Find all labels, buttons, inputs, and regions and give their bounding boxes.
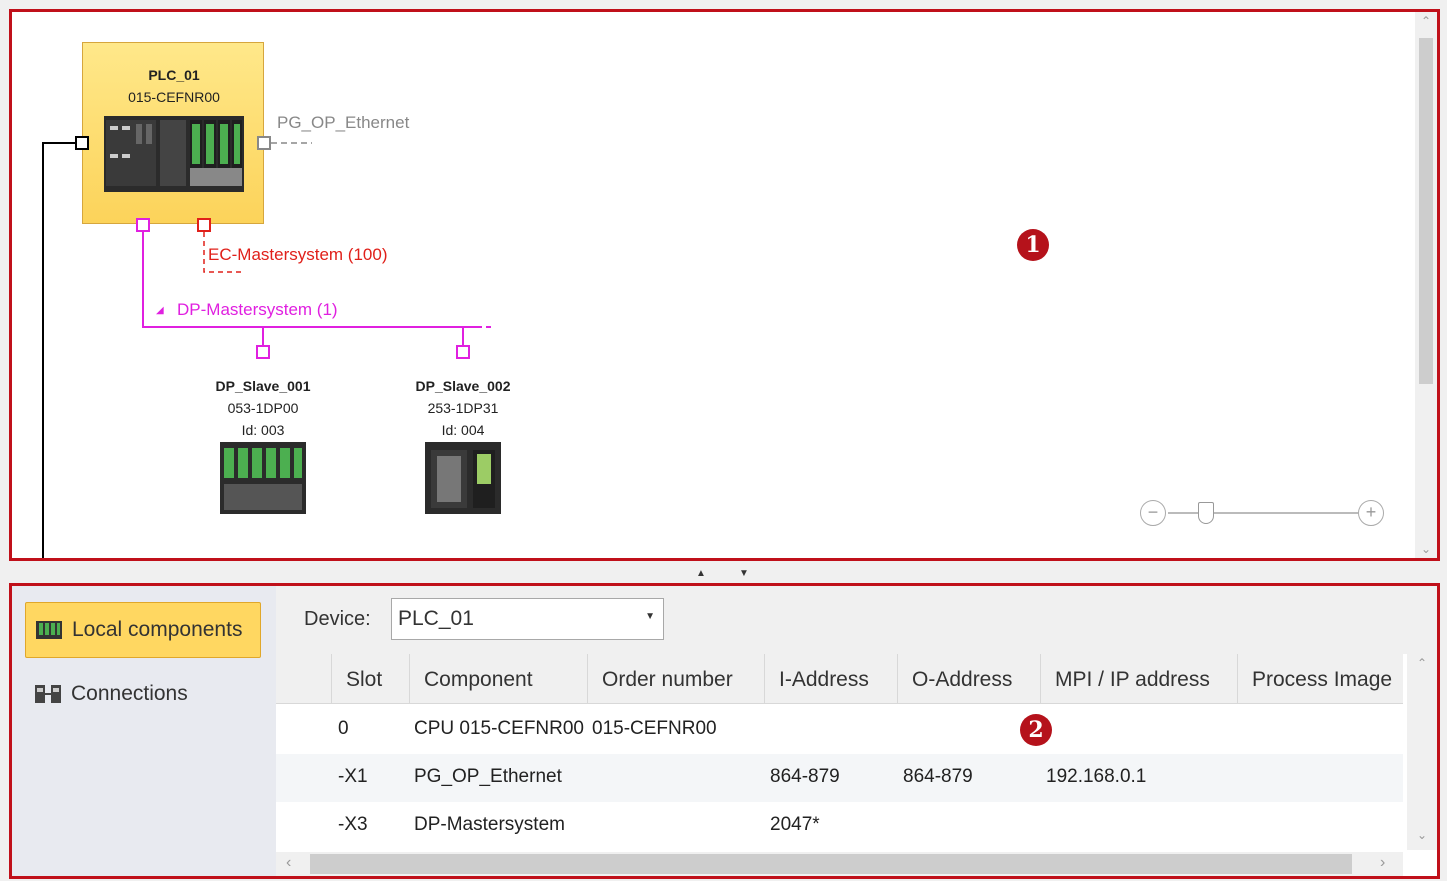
col-o-address[interactable]: O-Address (897, 654, 1040, 704)
slave-1-id: Id: 003 (241, 422, 285, 438)
col-process-image[interactable]: Process Image (1237, 654, 1403, 704)
slave-2-order: 253-1DP31 (427, 400, 499, 416)
plc-module-image (104, 116, 244, 192)
dp-port[interactable] (136, 218, 150, 232)
table-hscroll-thumb[interactable] (310, 854, 1352, 874)
collapse-triangle-icon[interactable]: ◢ (156, 299, 164, 323)
connections-label: Connections (71, 682, 188, 705)
ec-mastersystem-label[interactable]: EC-Mastersystem (100) (208, 245, 387, 265)
zoom-slider[interactable]: − + (1140, 500, 1390, 526)
network-view-panel[interactable]: PLC_01 015-CEFNR00 PG_OP_Ethernet EC-Mas… (9, 9, 1440, 561)
dp-mastersystem-label[interactable]: DP-Mastersystem (1) (177, 300, 338, 320)
cell-i-address: 864-879 (770, 766, 840, 787)
zoom-in-icon[interactable]: + (1358, 500, 1384, 526)
table-row[interactable]: -X1 PG_OP_Ethernet 864-879 864-879 192.1… (276, 754, 1403, 802)
callout-badge-1: 1 (1017, 229, 1049, 261)
panel-splitter[interactable]: ▲ ▼ (0, 563, 1447, 581)
device-label: Device: (304, 608, 371, 630)
pg-op-ethernet-label[interactable]: PG_OP_Ethernet (277, 113, 409, 133)
col-mpi-ip-address[interactable]: MPI / IP address (1040, 654, 1237, 704)
network-scroll-thumb[interactable] (1419, 38, 1433, 384)
ec-port[interactable] (197, 218, 211, 232)
mpi-port[interactable] (75, 136, 89, 150)
table-vertical-scrollbar[interactable]: ⌃ ⌄ (1407, 654, 1437, 850)
slave-1-module-image[interactable] (220, 442, 306, 514)
connections-icon (35, 685, 61, 703)
cell-ip-address: 192.168.0.1 (1046, 766, 1147, 787)
hardware-configurator-window: PLC_01 015-CEFNR00 PG_OP_Ethernet EC-Mas… (0, 0, 1447, 881)
scroll-up-icon[interactable]: ⌃ (1407, 656, 1437, 676)
slave-1-dp-port[interactable] (256, 345, 270, 359)
device-select-value: PLC_01 (398, 607, 474, 630)
mpi-bus-line (42, 142, 82, 558)
callout-badge-2: 2 (1020, 714, 1052, 746)
scroll-down-icon[interactable]: ⌄ (1415, 540, 1437, 558)
local-components-button[interactable]: Local components (25, 602, 261, 658)
cell-o-address: 864-879 (903, 766, 973, 787)
device-select[interactable]: PLC_01 ▼ (391, 598, 664, 640)
table-vscroll-thumb[interactable] (1416, 688, 1430, 838)
slave-2-dp-port[interactable] (456, 345, 470, 359)
scroll-right-icon[interactable]: › (1380, 854, 1385, 872)
cell-slot: -X1 (338, 766, 368, 787)
slave-2-module-image[interactable] (425, 442, 501, 514)
scroll-up-icon[interactable]: ⌃ (1415, 12, 1437, 30)
connections-button[interactable]: Connections (25, 666, 261, 722)
device-selector-row: Device: PLC_01 ▼ (276, 586, 1437, 654)
slave-2-id: Id: 004 (441, 422, 485, 438)
cell-i-address: 2047* (770, 814, 820, 835)
col-i-address[interactable]: I-Address (764, 654, 897, 704)
slave-1-order: 053-1DP00 (227, 400, 299, 416)
col-slot[interactable]: Slot (331, 654, 409, 704)
components-area: Device: PLC_01 ▼ Slot Component Order nu… (276, 586, 1437, 876)
cell-component: DP-Mastersystem (414, 814, 565, 835)
zoom-track[interactable] (1168, 512, 1358, 514)
slave-1-name[interactable]: DP_Slave_001 (193, 378, 333, 394)
splitter-up-icon[interactable]: ▲ (696, 568, 706, 579)
cell-slot: 0 (338, 718, 349, 739)
device-overview-panel: Local components Connections Device: PLC… (9, 583, 1440, 879)
plc-device-box[interactable]: PLC_01 015-CEFNR00 (82, 42, 264, 224)
components-table-header: Slot Component Order number I-Address O-… (276, 654, 1403, 704)
cell-component: PG_OP_Ethernet (414, 766, 562, 787)
cell-slot: -X3 (338, 814, 368, 835)
local-components-icon (36, 621, 62, 639)
zoom-out-icon[interactable]: − (1140, 500, 1166, 526)
table-row[interactable]: -X3 DP-Mastersystem 2047* (276, 802, 1403, 850)
splitter-down-icon[interactable]: ▼ (739, 568, 749, 579)
col-component[interactable]: Component (409, 654, 587, 704)
plc-name: PLC_01 (148, 67, 200, 83)
col-order-number[interactable]: Order number (587, 654, 764, 704)
plc-order-number: 015-CEFNR00 (128, 89, 220, 105)
cell-order-number: 015-CEFNR00 (592, 718, 717, 739)
table-row[interactable]: 0 CPU 015-CEFNR00 015-CEFNR00 (276, 706, 1403, 754)
zoom-thumb[interactable] (1198, 502, 1214, 524)
ethernet-port[interactable] (257, 136, 271, 150)
slave-2-name[interactable]: DP_Slave_002 (393, 378, 533, 394)
table-horizontal-scrollbar[interactable]: ‹ › (276, 852, 1403, 876)
network-vertical-scrollbar[interactable]: ⌃ ⌄ (1415, 12, 1437, 558)
scroll-down-icon[interactable]: ⌄ (1407, 828, 1437, 848)
scroll-left-icon[interactable]: ‹ (286, 854, 291, 872)
chevron-down-icon[interactable]: ▼ (645, 611, 655, 622)
cell-component: CPU 015-CEFNR00 (414, 718, 584, 739)
local-components-label: Local components (72, 618, 243, 641)
